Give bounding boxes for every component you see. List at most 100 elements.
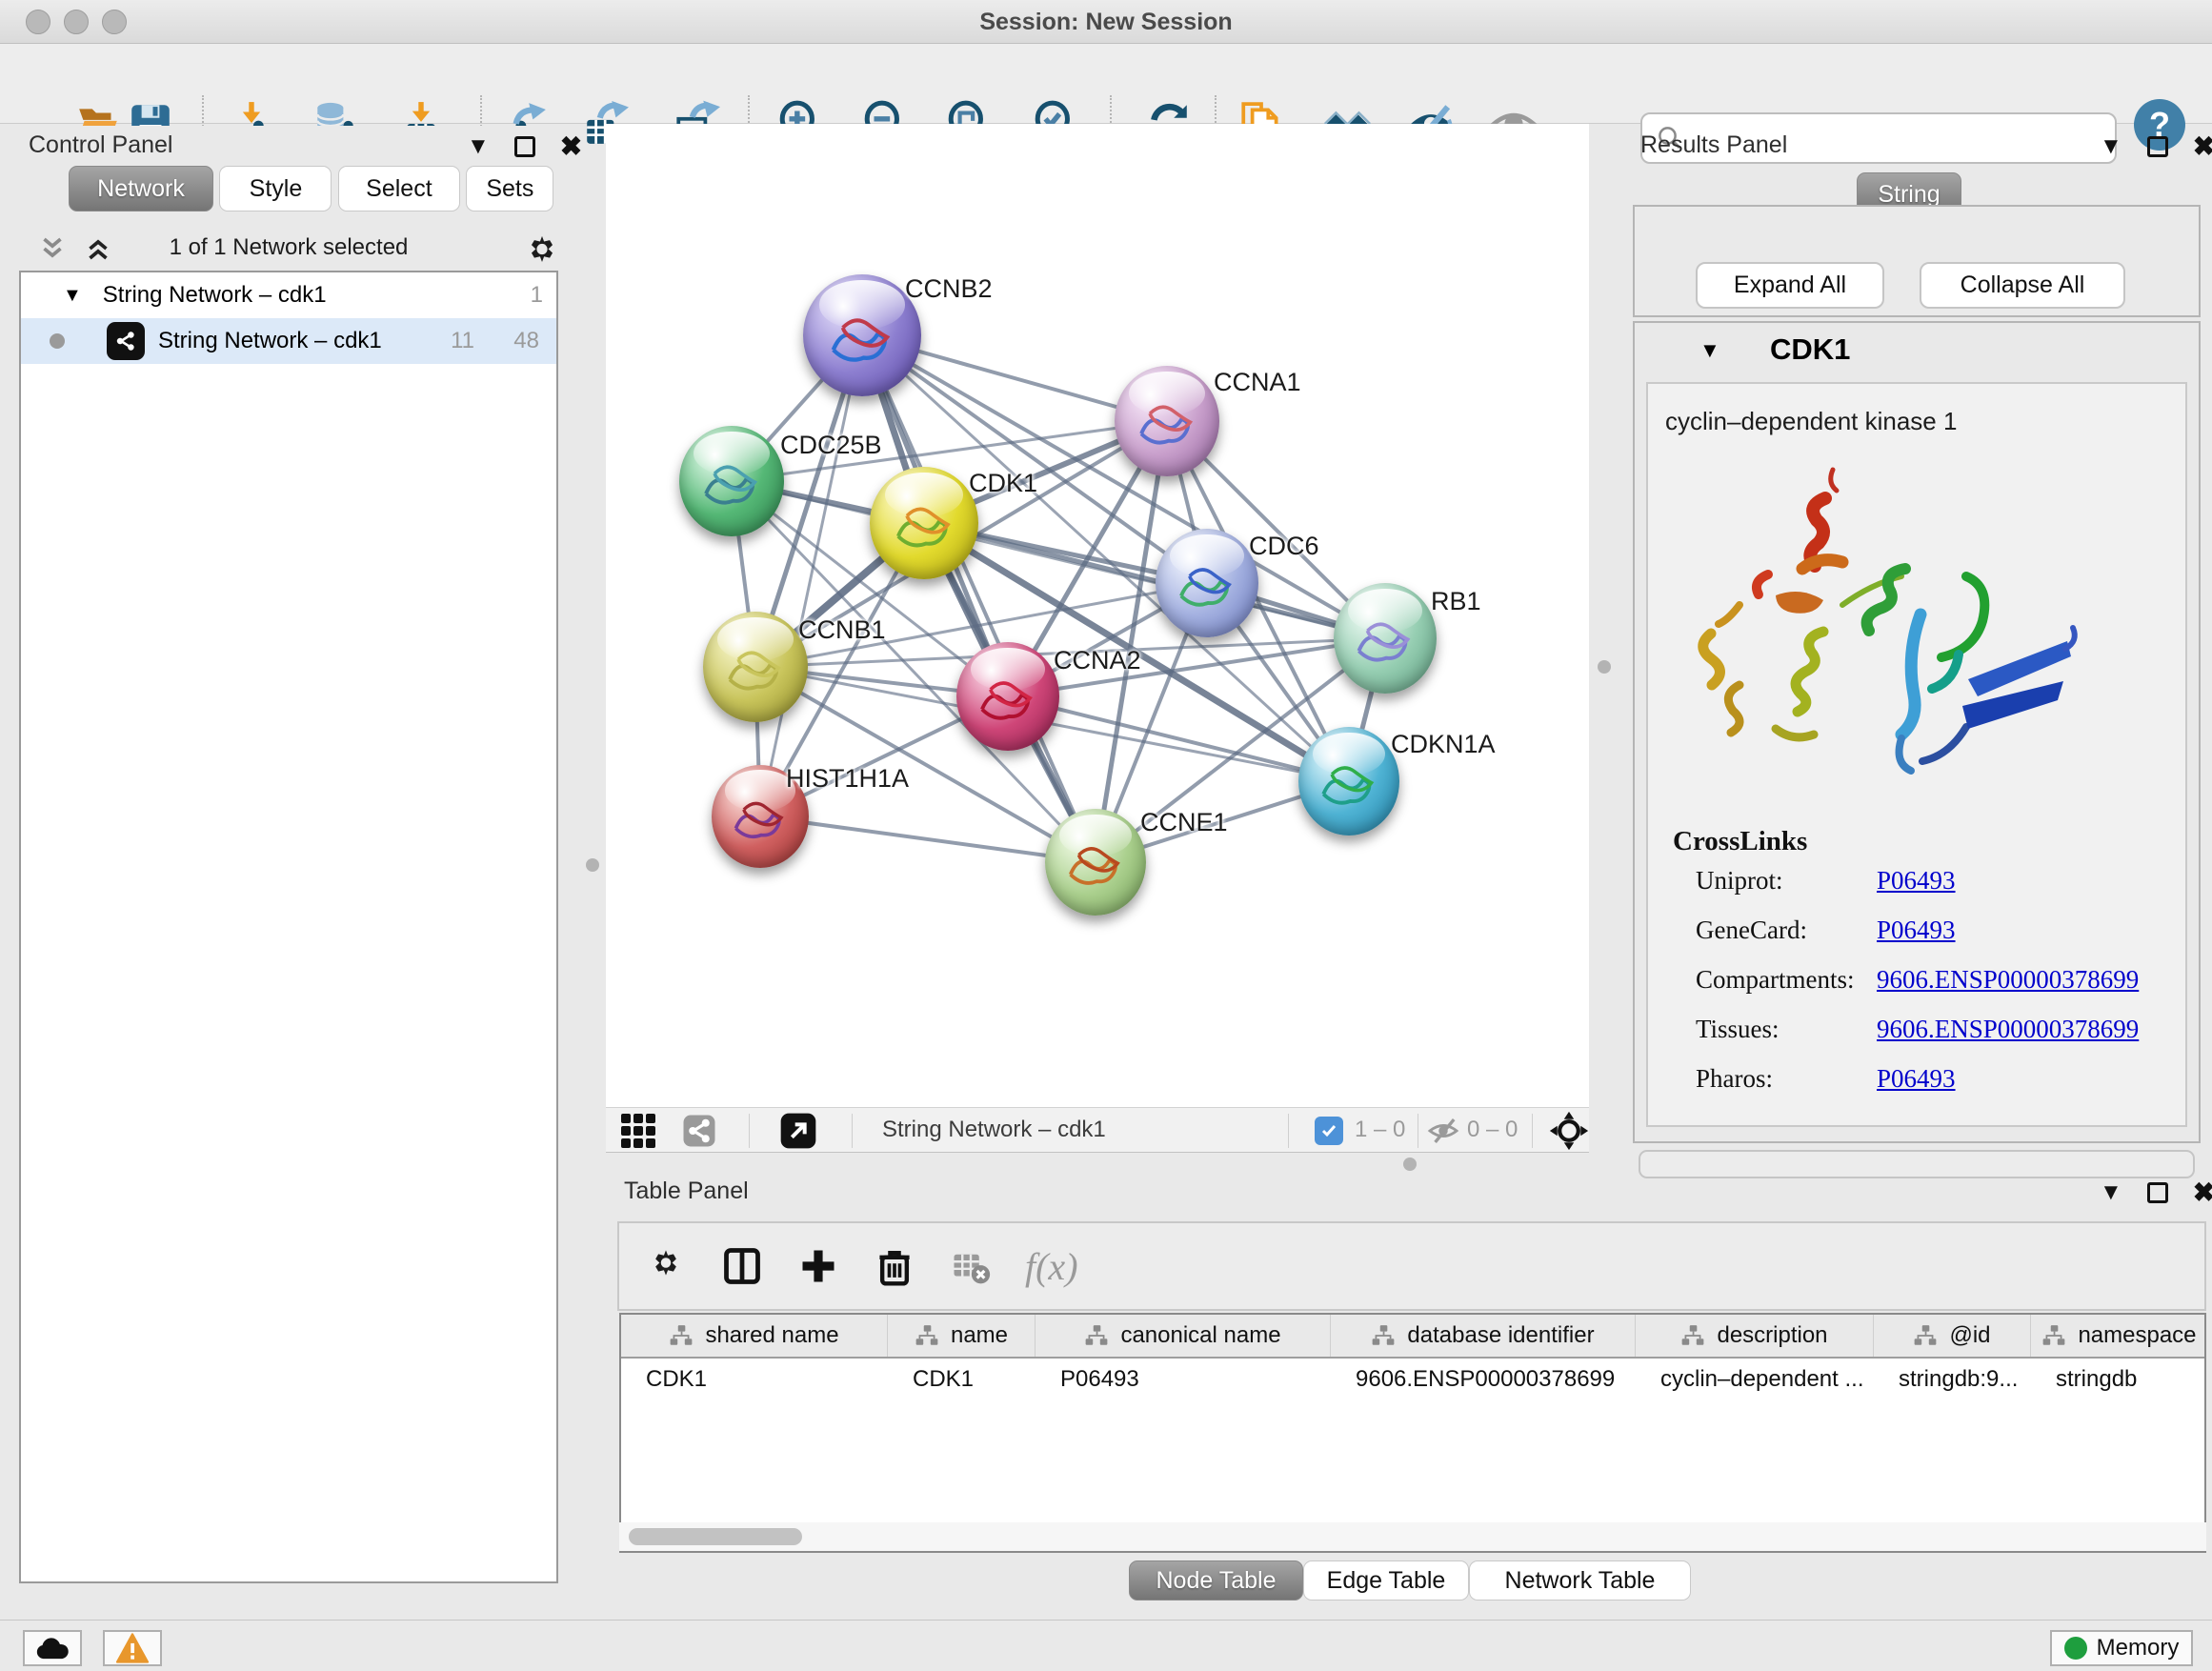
network-view-toolbar: String Network – cdk1 1 – 0 0 – 0 — [606, 1107, 1589, 1153]
results-panel-menu-icon[interactable]: ▼ — [2100, 133, 2122, 160]
table-panel: Table Panel ▼ ✖ f(x) shared namenamecano… — [617, 1174, 2212, 1599]
network-node-cdk1[interactable] — [870, 467, 978, 579]
network-node-count: 11 — [451, 328, 474, 354]
crosslink-link[interactable]: 9606.ENSP00000378699 — [1877, 965, 2139, 995]
column-header-name[interactable]: name — [888, 1315, 1036, 1357]
column-header-description[interactable]: description — [1636, 1315, 1874, 1357]
column-header-canonical-name[interactable]: canonical name — [1036, 1315, 1331, 1357]
tab-network-table[interactable]: Network Table — [1469, 1560, 1691, 1601]
node-structure-thumbnail — [890, 498, 959, 556]
cloud-status-button[interactable] — [23, 1630, 82, 1666]
hidden-count: 0 – 0 — [1467, 1117, 1518, 1143]
network-node-ccne1[interactable] — [1045, 809, 1146, 916]
crosslink-row: Compartments: 9606.ENSP00000378699 — [1696, 965, 2172, 995]
gene-description: cyclin–dependent kinase 1 — [1665, 407, 1957, 436]
network-collection-row[interactable]: ▼ String Network – cdk1 1 — [21, 272, 556, 318]
selected-checkbox-icon[interactable] — [1315, 1117, 1343, 1145]
network-view-canvas[interactable]: CCNB2CCNA1CDC25BCDK1CDC6RB1CCNB1CCNA2CDK… — [606, 124, 1589, 1107]
results-panel: Results Panel ▼ ✖ String Expand All Coll… — [1631, 126, 2212, 1181]
gene-detail-card: cyclin–dependent kinase 1 — [1646, 382, 2187, 1127]
table-horizontal-scrollbar[interactable] — [619, 1522, 2206, 1551]
hidden-eye-slash-icon[interactable] — [1427, 1117, 1459, 1144]
table-panel-tabs: Node TableEdge TableNetwork Table — [1129, 1560, 1691, 1601]
crosslink-label: GeneCard: — [1696, 916, 1807, 944]
tab-style[interactable]: Style — [219, 166, 332, 211]
horizontal-splitter-handle[interactable] — [1403, 1158, 1417, 1171]
network-node-rb1[interactable] — [1334, 583, 1437, 694]
network-node-cdc25b[interactable] — [679, 426, 784, 536]
table-panel-menu-icon[interactable]: ▼ — [2100, 1179, 2122, 1206]
node-structure-thumbnail — [729, 794, 791, 847]
table-cell[interactable]: CDK1 — [621, 1359, 888, 1402]
fit-content-crosshair-icon[interactable] — [1549, 1111, 1589, 1151]
right-splitter-handle[interactable] — [1598, 660, 1611, 674]
crosslink-link[interactable]: P06493 — [1877, 1064, 1956, 1094]
network-node-cdc6[interactable] — [1156, 529, 1258, 637]
tab-sets[interactable]: Sets — [466, 166, 553, 211]
status-bar: Memory — [0, 1620, 2212, 1671]
expand-all-button[interactable]: Expand All — [1696, 262, 1884, 309]
network-options-gear-icon[interactable] — [522, 229, 562, 269]
delete-table-icon[interactable] — [949, 1244, 993, 1288]
collapse-all-chevron-icon[interactable] — [36, 234, 69, 263]
warning-icon — [115, 1633, 150, 1663]
function-builder-icon: f(x) — [1025, 1244, 1078, 1288]
network-row[interactable]: String Network – cdk1 11 48 — [21, 318, 556, 364]
section-collapse-icon[interactable]: ▼ — [1699, 338, 1720, 363]
column-header--id[interactable]: @id — [1874, 1315, 2031, 1357]
control-panel-float-icon[interactable] — [514, 136, 535, 157]
tab-edge-table[interactable]: Edge Table — [1303, 1560, 1469, 1601]
column-header-namespace[interactable]: namespace — [2031, 1315, 2206, 1357]
table-cell[interactable]: cyclin–dependent ... — [1636, 1359, 1874, 1402]
network-node-ccnb2[interactable] — [803, 274, 921, 396]
node-label-cdc25b: CDC25B — [780, 431, 882, 460]
table-panel-close-icon[interactable]: ✖ — [2193, 1182, 2212, 1203]
table-cell[interactable]: 9606.ENSP00000378699 — [1331, 1359, 1636, 1402]
table-panel-float-icon[interactable] — [2147, 1182, 2168, 1203]
tab-network[interactable]: Network — [69, 166, 213, 211]
network-node-ccna2[interactable] — [956, 642, 1059, 751]
birds-eye-grid-icon[interactable] — [621, 1114, 655, 1148]
table-cell[interactable]: P06493 — [1036, 1359, 1331, 1402]
control-panel-close-icon[interactable]: ✖ — [560, 136, 582, 157]
tab-select[interactable]: Select — [338, 166, 460, 211]
node-table[interactable]: shared namenamecanonical namedatabase id… — [619, 1313, 2206, 1553]
node-structure-thumbnail — [1317, 757, 1381, 814]
column-header-shared-name[interactable]: shared name — [621, 1315, 888, 1357]
results-panel-float-icon[interactable] — [2147, 136, 2168, 157]
show-columns-icon[interactable] — [720, 1244, 764, 1288]
node-structure-thumbnail — [1352, 614, 1418, 671]
tab-node-table[interactable]: Node Table — [1129, 1560, 1303, 1601]
delete-column-trash-icon[interactable] — [873, 1244, 916, 1288]
node-structure-thumbnail — [1174, 559, 1239, 615]
table-cell[interactable]: stringdb — [2031, 1359, 2206, 1402]
crosslink-link[interactable]: 9606.ENSP00000378699 — [1877, 1015, 2139, 1044]
expand-all-chevron-icon[interactable] — [82, 234, 114, 263]
table-cell[interactable]: stringdb:9... — [1874, 1359, 2031, 1402]
column-header-database-identifier[interactable]: database identifier — [1331, 1315, 1636, 1357]
results-panel-close-icon[interactable]: ✖ — [2193, 136, 2212, 157]
collection-expander-icon[interactable]: ▼ — [63, 285, 82, 307]
control-panel-menu-icon[interactable]: ▼ — [467, 133, 490, 160]
table-row[interactable]: CDK1CDK1P064939606.ENSP00000378699cyclin… — [621, 1359, 2204, 1402]
node-structure-thumbnail — [824, 309, 899, 372]
network-node-cdkn1a[interactable] — [1298, 727, 1399, 836]
crosslink-link[interactable]: P06493 — [1877, 866, 1956, 896]
collapse-all-button[interactable]: Collapse All — [1920, 262, 2125, 309]
crosslink-label: Compartments: — [1696, 965, 1854, 994]
string-share-icon[interactable] — [682, 1114, 716, 1148]
results-panel-title: Results Panel — [1640, 131, 1787, 159]
network-node-ccna1[interactable] — [1115, 366, 1219, 476]
string-network-badge-icon — [107, 322, 145, 360]
crosslink-link[interactable]: P06493 — [1877, 916, 1956, 945]
memory-button[interactable]: Memory — [2050, 1630, 2193, 1666]
warnings-button[interactable] — [103, 1630, 162, 1666]
table-cell[interactable]: CDK1 — [888, 1359, 1036, 1402]
scrollbar-thumb[interactable] — [629, 1528, 802, 1545]
network-node-ccnb1[interactable] — [703, 612, 808, 722]
left-splitter-handle[interactable] — [586, 858, 599, 872]
table-settings-gear-icon[interactable] — [644, 1244, 688, 1288]
add-column-plus-icon[interactable] — [796, 1244, 840, 1288]
control-panel-tabs: Network Style Select Sets — [69, 166, 555, 211]
open-in-window-icon[interactable] — [779, 1112, 817, 1150]
